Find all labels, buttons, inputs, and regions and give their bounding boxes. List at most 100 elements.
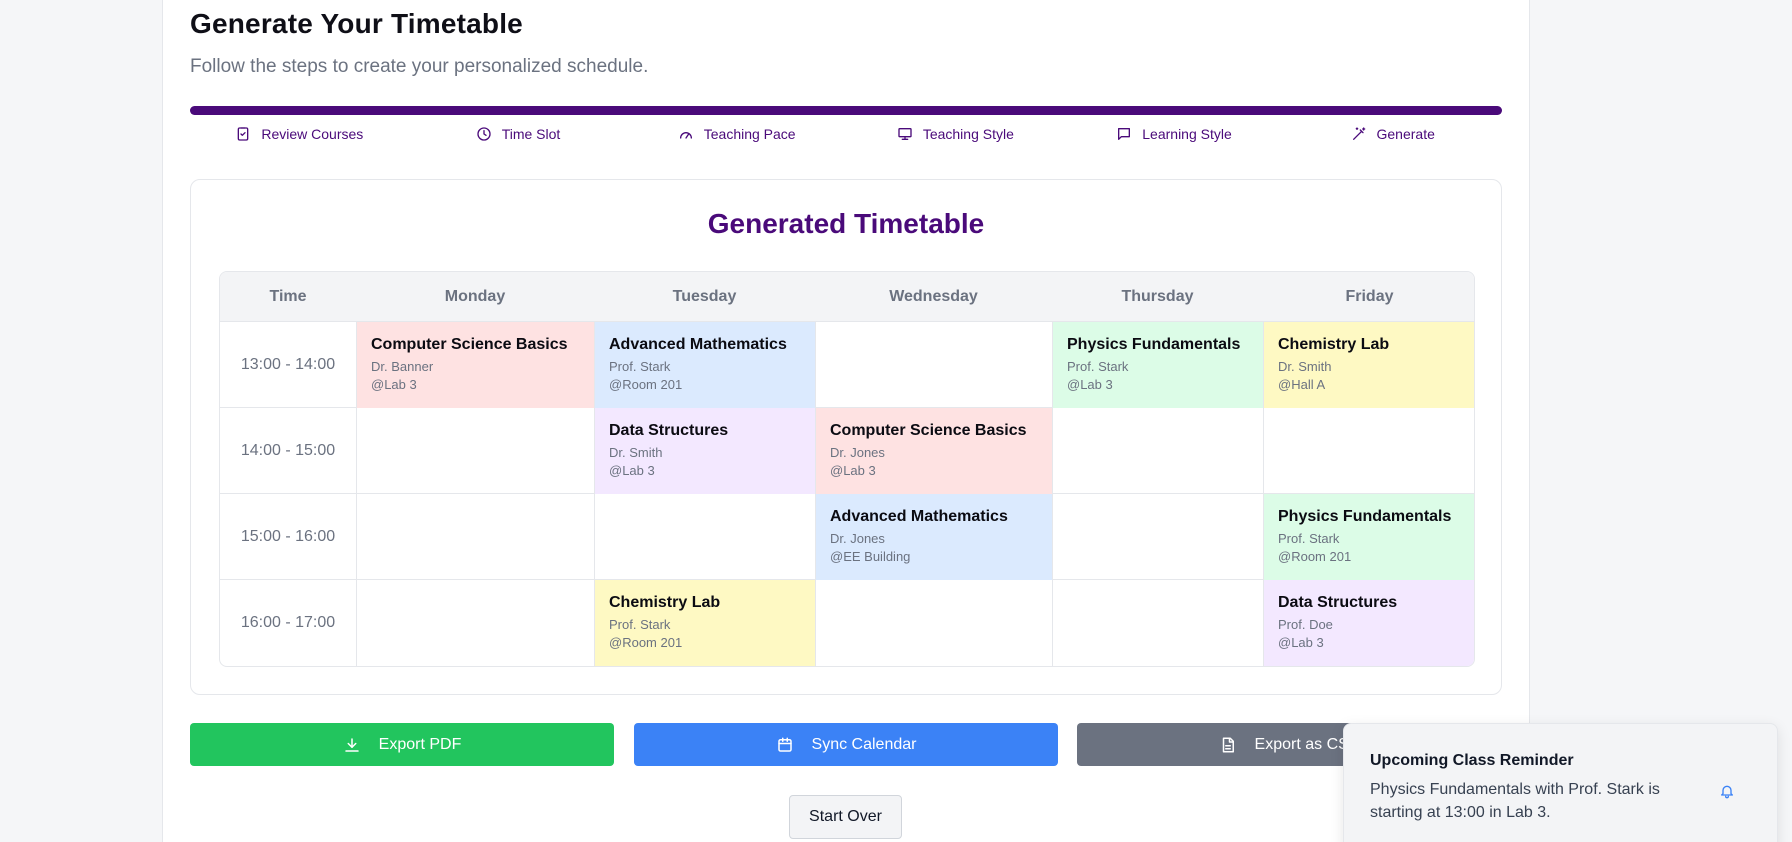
calendar-icon: [777, 737, 792, 752]
step-time-slot[interactable]: Time Slot: [409, 124, 628, 144]
course-room: @Hall A: [1278, 377, 1326, 392]
course-room: @Room 201: [1278, 549, 1352, 564]
class-cell[interactable]: Data Structures Prof. Doe @Lab 3: [1263, 580, 1474, 666]
class-reminder-toast: Upcoming Class Reminder Physics Fundamen…: [1343, 723, 1778, 842]
course-name: Computer Science Basics: [371, 336, 568, 353]
class-cell[interactable]: Physics Fundamentals Prof. Stark @Room 201: [1263, 494, 1474, 580]
timetable-title: Generated Timetable: [707, 208, 985, 239]
class-cell[interactable]: Advanced Mathematics Prof. Stark @Room 201: [594, 322, 815, 408]
course-instructor: Dr. Banner: [371, 359, 434, 374]
header-time: Time: [269, 288, 307, 305]
step-teaching-pace[interactable]: Teaching Pace: [627, 124, 846, 144]
time-slot-label: 13:00 - 14:00: [240, 356, 336, 373]
wand-icon: [1352, 127, 1365, 140]
empty-cell: [594, 494, 815, 580]
sync-calendar-button[interactable]: Sync Calendar: [634, 723, 1058, 766]
presentation-icon: [898, 127, 912, 140]
toast-body: Physics Fundamentals with Prof. Stark is…: [1370, 781, 1660, 821]
step-label: Teaching Pace: [703, 126, 796, 142]
empty-cell: [815, 580, 1052, 666]
empty-cell: [356, 408, 594, 494]
course-room: @Lab 3: [1278, 635, 1324, 650]
class-cell[interactable]: Advanced Mathematics Dr. Jones @EE Buildin…: [815, 494, 1052, 580]
step-label: Learning Style: [1142, 126, 1232, 142]
course-room: @Lab 3: [830, 463, 876, 478]
course-instructor: Prof. Stark: [609, 359, 671, 374]
step-review-courses[interactable]: Review Courses: [190, 124, 409, 144]
step-label: Review Courses: [261, 126, 364, 142]
course-instructor: Prof. Stark: [1278, 531, 1340, 546]
class-cell[interactable]: Chemistry Lab Dr. Smith @Hall A: [1263, 322, 1474, 408]
class-cell[interactable]: Data Structures Dr. Smith @Lab 3: [594, 408, 815, 494]
course-name: Data Structures: [609, 422, 729, 439]
timetable-row: 14:00 - 15:00 Data Structures Dr. Smith @La…: [220, 408, 1474, 494]
message-square-icon: [1118, 127, 1131, 140]
empty-cell: [1052, 580, 1263, 666]
course-instructor: Dr. Jones: [830, 445, 885, 460]
course-name: Chemistry Lab: [1278, 336, 1390, 353]
empty-cell: [1052, 408, 1263, 494]
timetable-row: 15:00 - 16:00 Advanced Mathematics Dr. Jon…: [220, 494, 1474, 580]
step-label: Generate: [1376, 126, 1435, 142]
class-cell[interactable]: Computer Science Basics Dr. Banner @Lab 3: [356, 322, 594, 408]
empty-cell: [1052, 494, 1263, 580]
header-friday: Friday: [1345, 288, 1394, 305]
time-slot-label: 14:00 - 15:00: [240, 442, 336, 459]
start-over-button[interactable]: Start Over: [789, 795, 902, 839]
course-room: @Lab 3: [609, 463, 655, 478]
empty-cell: [1263, 408, 1474, 494]
course-name: Physics Fundamentals: [1278, 508, 1452, 525]
course-instructor: Dr. Smith: [1278, 359, 1332, 374]
course-name: Physics Fundamentals: [1067, 336, 1241, 353]
course-instructor: Prof. Stark: [609, 617, 671, 632]
clipboard-check-icon: [238, 127, 249, 141]
class-cell[interactable]: Computer Science Basics Dr. Jones @Lab 3: [815, 408, 1052, 494]
gauge-icon: [679, 132, 692, 139]
download-icon: [344, 737, 359, 752]
course-room: @EE Building: [830, 549, 911, 564]
toast-title: Upcoming Class Reminder: [1370, 752, 1574, 769]
empty-cell: [815, 322, 1052, 408]
timetable-row: 13:00 - 14:00 Computer Science Basics Dr. …: [220, 322, 1474, 408]
empty-cell: [356, 494, 594, 580]
progress-bar: [190, 106, 1502, 115]
header-monday: Monday: [444, 288, 506, 305]
timetable-row: 16:00 - 17:00 Chemistry Lab Prof. Stark @Ro…: [220, 580, 1474, 666]
course-name: Advanced Mathematics: [609, 336, 787, 353]
timetable-header-row: Time Monday Tuesday Wednesday Thursday F…: [220, 272, 1474, 322]
page-subtitle: Follow the steps to create your personal…: [190, 56, 649, 77]
step-label: Teaching Style: [922, 126, 1014, 142]
course-name: Chemistry Lab: [609, 594, 721, 611]
course-instructor: Dr. Jones: [830, 531, 885, 546]
course-room: @Room 201: [609, 635, 683, 650]
class-cell[interactable]: Chemistry Lab Prof. Stark @Room 201: [594, 580, 815, 666]
course-instructor: Prof. Stark: [1067, 359, 1129, 374]
step-teaching-style[interactable]: Teaching Style: [846, 124, 1065, 144]
class-cell[interactable]: Physics Fundamentals Prof. Stark @Lab 3: [1052, 322, 1263, 408]
step-label: Time Slot: [501, 126, 561, 142]
time-slot-label: 15:00 - 16:00: [240, 528, 336, 545]
page-title: Generate Your Timetable: [190, 8, 523, 39]
export-pdf-button[interactable]: Export PDF: [190, 723, 614, 766]
export-pdf-label: Export PDF: [378, 735, 462, 753]
course-name: Data Structures: [1278, 594, 1398, 611]
step-learning-style[interactable]: Learning Style: [1065, 124, 1284, 144]
step-nav: Review Courses Time Slot Teaching Pace T…: [190, 124, 1502, 144]
clock-icon: [477, 127, 491, 141]
sync-calendar-label: Sync Calendar: [811, 735, 917, 753]
bell-icon: [1719, 783, 1735, 799]
course-room: @Lab 3: [371, 377, 417, 392]
course-instructor: Dr. Smith: [609, 445, 663, 460]
timetable-card: Generated Timetable Time Monday Tuesday …: [190, 179, 1502, 695]
step-generate[interactable]: Generate: [1283, 124, 1502, 144]
course-name: Advanced Mathematics: [830, 508, 1008, 525]
header-tuesday: Tuesday: [672, 288, 737, 305]
empty-cell: [356, 580, 594, 666]
course-room: @Room 201: [609, 377, 683, 392]
file-text-icon: [1222, 737, 1234, 752]
time-slot-label: 16:00 - 17:00: [240, 614, 336, 631]
header-thursday: Thursday: [1121, 288, 1194, 305]
course-instructor: Prof. Doe: [1278, 617, 1333, 632]
timetable-grid: Time Monday Tuesday Wednesday Thursday F…: [219, 271, 1475, 667]
course-name: Computer Science Basics: [830, 422, 1027, 439]
